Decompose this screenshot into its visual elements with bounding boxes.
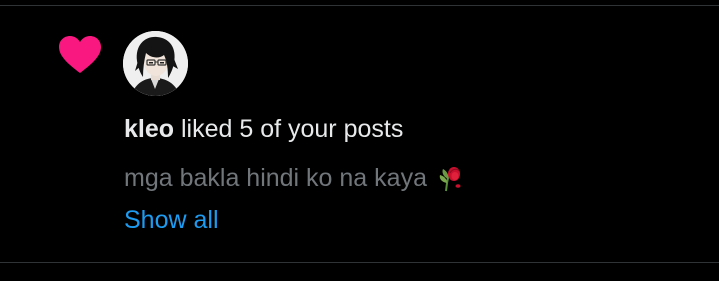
wilted-rose-icon	[439, 167, 461, 192]
bottom-divider	[0, 262, 719, 263]
avatar-image	[123, 31, 188, 96]
like-notification[interactable]: kleo liked 5 of your posts mga bakla hin…	[0, 6, 719, 262]
show-all-link[interactable]: Show all	[124, 204, 219, 236]
post-preview-text: mga bakla hindi ko na kaya	[124, 164, 427, 192]
action-text: liked 5 of your posts	[180, 115, 404, 143]
post-preview[interactable]: mga bakla hindi ko na kaya	[124, 162, 462, 194]
avatar[interactable]	[123, 31, 188, 96]
notification-text: kleo liked 5 of your posts	[124, 113, 403, 145]
username[interactable]: kleo	[124, 115, 174, 143]
heart-icon	[59, 36, 101, 73]
